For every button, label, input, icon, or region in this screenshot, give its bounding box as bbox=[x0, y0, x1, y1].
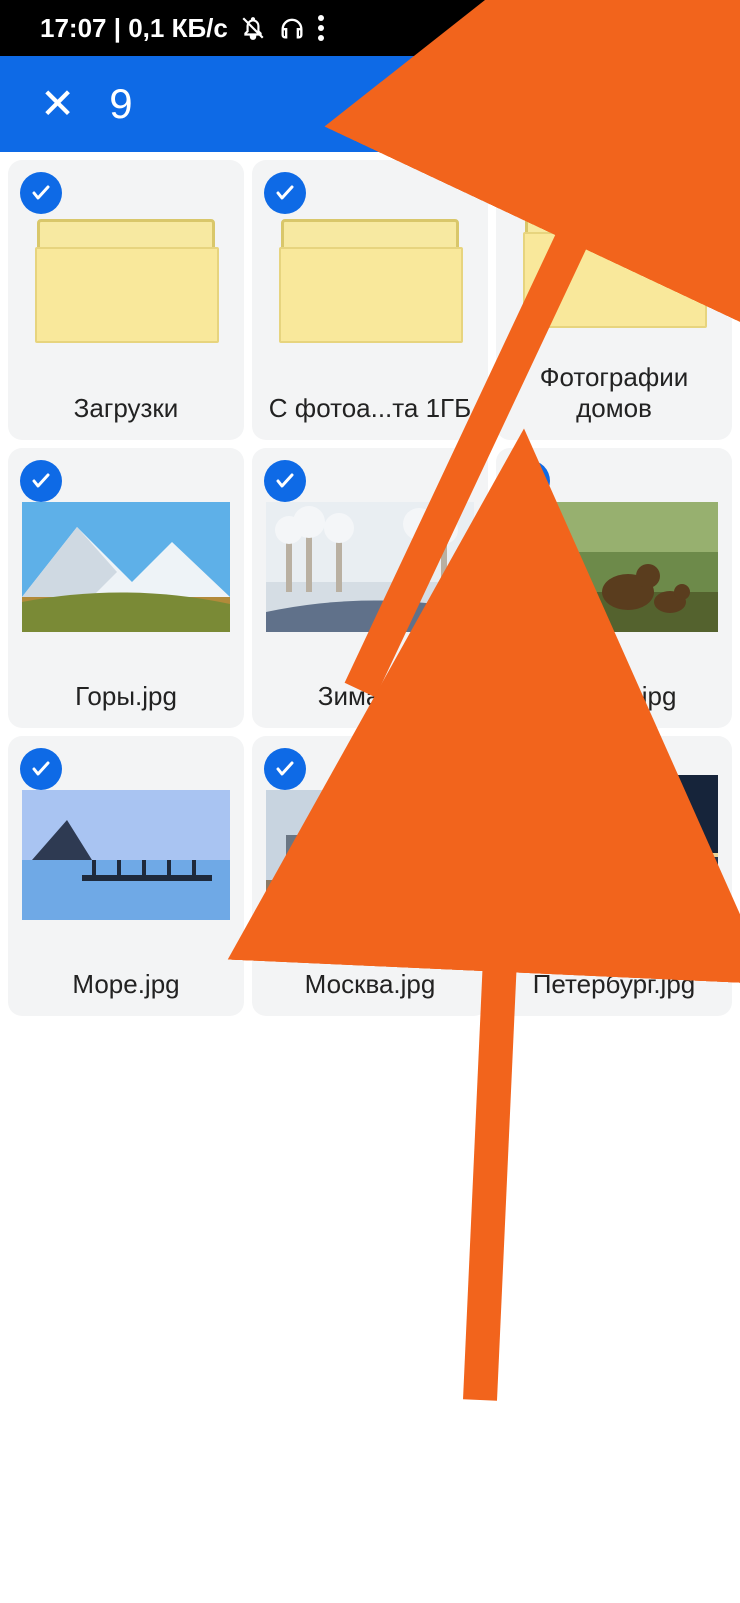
card-label: Зима.jpg bbox=[318, 681, 422, 712]
network-type: 4G bbox=[605, 9, 621, 23]
image-thumbnail bbox=[22, 790, 230, 920]
card-label: Москва.jpg bbox=[305, 969, 436, 1000]
image-thumbnail bbox=[510, 775, 718, 905]
folder-icon bbox=[37, 219, 215, 339]
bell-off-icon bbox=[240, 15, 266, 41]
selection-appbar: ✕ 9 bbox=[0, 56, 740, 152]
image-thumbnail bbox=[510, 502, 718, 632]
selection-checkbox[interactable] bbox=[20, 460, 62, 502]
image-thumbnail bbox=[266, 502, 474, 632]
card-label: Санкт-Петербург.jpg bbox=[506, 938, 722, 1000]
selection-checkbox[interactable] bbox=[20, 172, 62, 214]
airplane-icon[interactable] bbox=[516, 83, 558, 125]
folder-card[interactable]: С фотоа...та 1ГБ bbox=[252, 160, 488, 440]
image-card[interactable]: Санкт-Петербург.jpg bbox=[496, 736, 732, 1016]
selection-checkbox[interactable] bbox=[264, 172, 306, 214]
selection-checkbox[interactable] bbox=[264, 748, 306, 790]
selection-checkbox[interactable] bbox=[508, 748, 550, 790]
card-label: Фотографии домов bbox=[506, 362, 722, 424]
headphones-icon bbox=[278, 14, 306, 42]
share-icon[interactable] bbox=[596, 84, 636, 124]
card-label: С фотоа...та 1ГБ bbox=[269, 393, 471, 424]
card-label: Загрузки bbox=[74, 393, 179, 424]
charging-icon bbox=[696, 14, 712, 42]
card-label: Море.jpg bbox=[72, 969, 179, 1000]
folder-icon bbox=[525, 204, 703, 324]
card-label: Горы.jpg bbox=[75, 681, 177, 712]
image-thumbnail bbox=[22, 502, 230, 632]
bluetooth-icon bbox=[566, 15, 588, 41]
folder-card[interactable]: Загрузки bbox=[8, 160, 244, 440]
image-card[interactable]: Зима.jpg bbox=[252, 448, 488, 728]
image-card[interactable]: Москва.jpg bbox=[252, 736, 488, 1016]
folder-icon bbox=[281, 219, 459, 339]
status-time: 17:07 | 0,1 КБ/с bbox=[40, 13, 228, 44]
selection-checkbox[interactable] bbox=[20, 748, 62, 790]
signal-icon bbox=[602, 25, 624, 47]
image-thumbnail bbox=[266, 790, 474, 920]
status-bar: 17:07 | 0,1 КБ/с 4G 19 bbox=[0, 0, 740, 56]
folder-card[interactable]: Фотографии домов bbox=[496, 160, 732, 440]
image-card[interactable]: Море.jpg bbox=[8, 736, 244, 1016]
more-status-icon bbox=[318, 11, 324, 45]
file-grid: Загрузки С фотоа...та 1ГБ Фотографии домов… bbox=[0, 152, 740, 1024]
image-card[interactable]: Мишки.jpg bbox=[496, 448, 732, 728]
battery-indicator: 19 bbox=[638, 15, 682, 42]
close-selection-button[interactable]: ✕ bbox=[40, 83, 75, 125]
more-options-button[interactable] bbox=[674, 75, 720, 133]
image-card[interactable]: Горы.jpg bbox=[8, 448, 244, 728]
selection-count: 9 bbox=[109, 80, 132, 128]
selection-checkbox[interactable] bbox=[264, 460, 306, 502]
card-label: Мишки.jpg bbox=[552, 681, 677, 712]
selection-checkbox[interactable] bbox=[508, 460, 550, 502]
